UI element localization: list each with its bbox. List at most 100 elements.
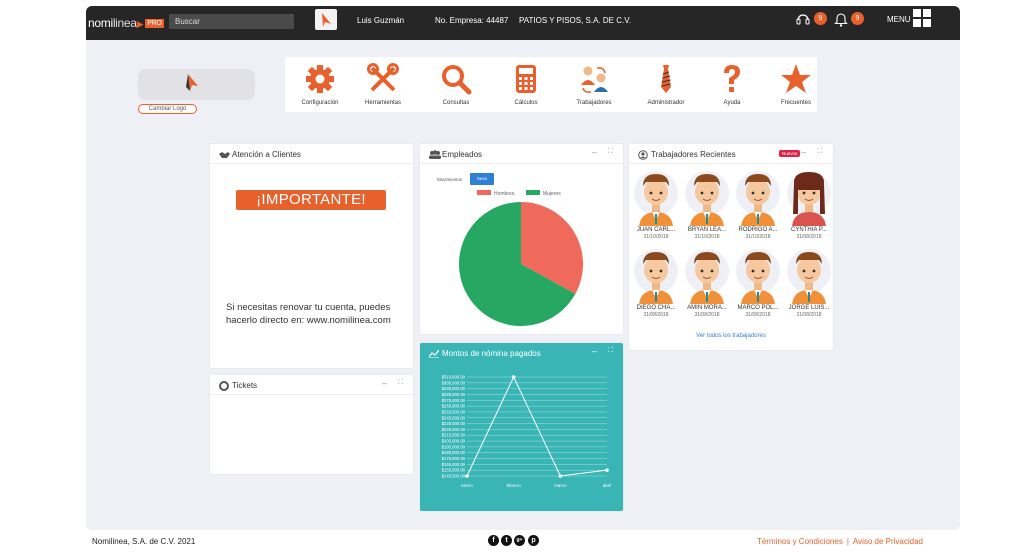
support-count-badge[interactable]: 9: [814, 12, 827, 25]
data-point[interactable]: [465, 474, 469, 478]
bell-icon[interactable]: [833, 10, 849, 28]
attention-panel-header: Atención a Clientes: [210, 144, 413, 164]
worker-card[interactable]: DIEGO CHA... 31/08/2018: [633, 248, 679, 318]
recent-workers-panel-title: Trabajadores Recientes: [651, 150, 736, 159]
cursor-logo-icon: [322, 13, 331, 27]
app-window: nomilinea▶PRO Luis Guzmán No. Empresa: 4…: [86, 6, 960, 530]
module-consultas[interactable]: Consultas: [421, 57, 491, 112]
worker-date: 31/08/2018: [796, 234, 822, 240]
tie-icon: [661, 65, 671, 93]
worker-card[interactable]: JUAN CARL... 31/10/2018: [633, 170, 679, 240]
renew-account-text: Si necesitas renovar tu cuenta, puedes h…: [226, 302, 391, 326]
x-tick-label: marzo: [554, 483, 567, 488]
y-tick-label: $255,000.00: [442, 409, 466, 414]
module-label: Herramientas: [364, 100, 401, 106]
search-icon: [442, 65, 472, 95]
menu-grid-icon[interactable]: [913, 9, 932, 28]
footer-separator: |: [846, 537, 849, 546]
y-tick-label: $215,000.00: [442, 433, 466, 438]
pie-legend: Hombres Mujeres: [477, 190, 561, 197]
worker-avatar-icon: [634, 171, 678, 226]
worker-avatar-icon: [685, 249, 729, 304]
worker-name: RODRIGO A...: [738, 227, 778, 233]
footer-links: Términos y Condiciones | Aviso de Privacid…: [757, 537, 923, 546]
app-logo[interactable]: nomilinea▶ PRO: [88, 16, 164, 30]
worker-card[interactable]: CYNTHIA P... 31/08/2018: [786, 170, 832, 240]
worker-date: 31/08/2018: [643, 312, 669, 318]
recent-workers-panel: Trabajadores Recientes Nuevos – ⛶ JUAN C…: [629, 144, 833, 350]
data-point[interactable]: [605, 468, 609, 472]
worker-date: 31/10/2018: [643, 234, 669, 240]
module-configuracion[interactable]: Configuración: [285, 57, 355, 112]
module-herramientas[interactable]: Herramientas: [348, 57, 418, 112]
tickets-panel-header: Tickets – ⛶: [210, 375, 413, 395]
logo-pro-badge: PRO: [145, 19, 164, 29]
see-all-workers-link[interactable]: Ver todos los trabajadores: [629, 333, 833, 339]
worker-date: 31/08/2018: [796, 312, 822, 318]
y-tick-label: $265,000.00: [442, 404, 466, 409]
legend-label: Hombres: [494, 191, 515, 197]
company-logo-icon: [186, 74, 198, 91]
pie-slices: [459, 202, 583, 326]
line-series: enero febrero marzo abril: [461, 375, 611, 488]
headset-icon[interactable]: [795, 10, 811, 28]
worker-card[interactable]: RODRIGO A... 31/10/2018: [735, 170, 781, 240]
data-point[interactable]: [558, 474, 563, 478]
google-plus-icon[interactable]: g+: [514, 535, 525, 546]
y-tick-label: $295,000.00: [442, 386, 466, 391]
worker-name: DIEGO CHA...: [636, 305, 676, 311]
worker-name: MARCO POL...: [737, 305, 779, 311]
worker-date: 31/10/2018: [694, 234, 720, 240]
module-frecuentes[interactable]: Frecuentes: [761, 57, 831, 112]
module-administrador[interactable]: Administrador: [631, 57, 701, 112]
star-icon: [781, 64, 811, 93]
module-ayuda[interactable]: Ayuda: [697, 57, 767, 112]
payroll-series-line: [466, 375, 608, 477]
worker-card[interactable]: JORGE LUIS... 31/08/2018: [786, 248, 832, 318]
worker-card[interactable]: BRYAN LEA... 31/10/2018: [684, 170, 730, 240]
pinterest-icon[interactable]: p: [528, 535, 539, 546]
new-tag[interactable]: Nuevos: [779, 150, 801, 157]
module-label: Ayuda: [723, 100, 741, 106]
y-tick-label: $275,000.00: [442, 398, 466, 403]
user-avatar-button[interactable]: [315, 9, 337, 30]
tickets-panel: Tickets – ⛶: [210, 375, 413, 474]
module-trabajadores[interactable]: Trabajadores: [559, 57, 629, 112]
module-calculos[interactable]: Cálculos: [491, 57, 561, 112]
company-name[interactable]: PATIOS Y PISOS, S.A. DE C.V.: [519, 16, 631, 25]
expand-icon[interactable]: ⛶: [398, 379, 403, 387]
y-tick-label: $175,000.00: [442, 456, 466, 461]
company-logo-slot: [138, 69, 255, 100]
attention-panel: Atención a Clientes ¡IMPORTANTE! Si nece…: [210, 144, 413, 368]
footer-company: Nomilinea, S.A. de C.V. 2021: [92, 537, 196, 546]
module-label: Cálculos: [514, 100, 538, 106]
legend-swatch: [526, 190, 540, 195]
worker-card[interactable]: MARCO POL... 31/08/2018: [735, 248, 781, 318]
worker-avatar-icon: [787, 249, 831, 304]
change-logo-button[interactable]: Cambiar Logo: [138, 104, 197, 114]
recent-workers-panel-header: Trabajadores Recientes Nuevos – ⛶: [629, 144, 833, 164]
data-point[interactable]: [511, 375, 516, 379]
search-input[interactable]: [169, 14, 294, 29]
menu-label[interactable]: MENU: [887, 15, 911, 24]
twitter-icon[interactable]: t: [501, 535, 512, 546]
y-tick-label: $155,000.00: [442, 468, 466, 473]
y-tick-label: $235,000.00: [442, 421, 466, 426]
worker-avatar-icon: [634, 249, 678, 304]
worker-card[interactable]: AMIN MORA... 31/08/2018: [684, 248, 730, 318]
worker-name: AMIN MORA...: [687, 305, 727, 311]
minimize-icon[interactable]: –: [801, 147, 806, 157]
top-bar: nomilinea▶PRO Luis Guzmán No. Empresa: 4…: [86, 6, 960, 40]
payroll-panel: Montos de nómina pagados – ⛶ $315,000.00…: [420, 343, 623, 511]
payroll-line-chart: $315,000.00$305,000.00$295,000.00$285,00…: [442, 375, 612, 489]
legend-swatch: [477, 190, 491, 195]
line-grid: $315,000.00$305,000.00$295,000.00$285,00…: [442, 375, 607, 479]
facebook-icon[interactable]: f: [488, 535, 499, 546]
notifications-count-badge[interactable]: 9: [851, 12, 864, 25]
minimize-icon[interactable]: –: [382, 378, 387, 388]
privacy-link[interactable]: Aviso de Privacidad: [853, 537, 923, 546]
expand-icon[interactable]: ⛶: [817, 148, 822, 156]
workers-icon: [581, 66, 608, 93]
question-icon: [724, 65, 740, 92]
terms-link[interactable]: Términos y Condiciones: [757, 537, 843, 546]
